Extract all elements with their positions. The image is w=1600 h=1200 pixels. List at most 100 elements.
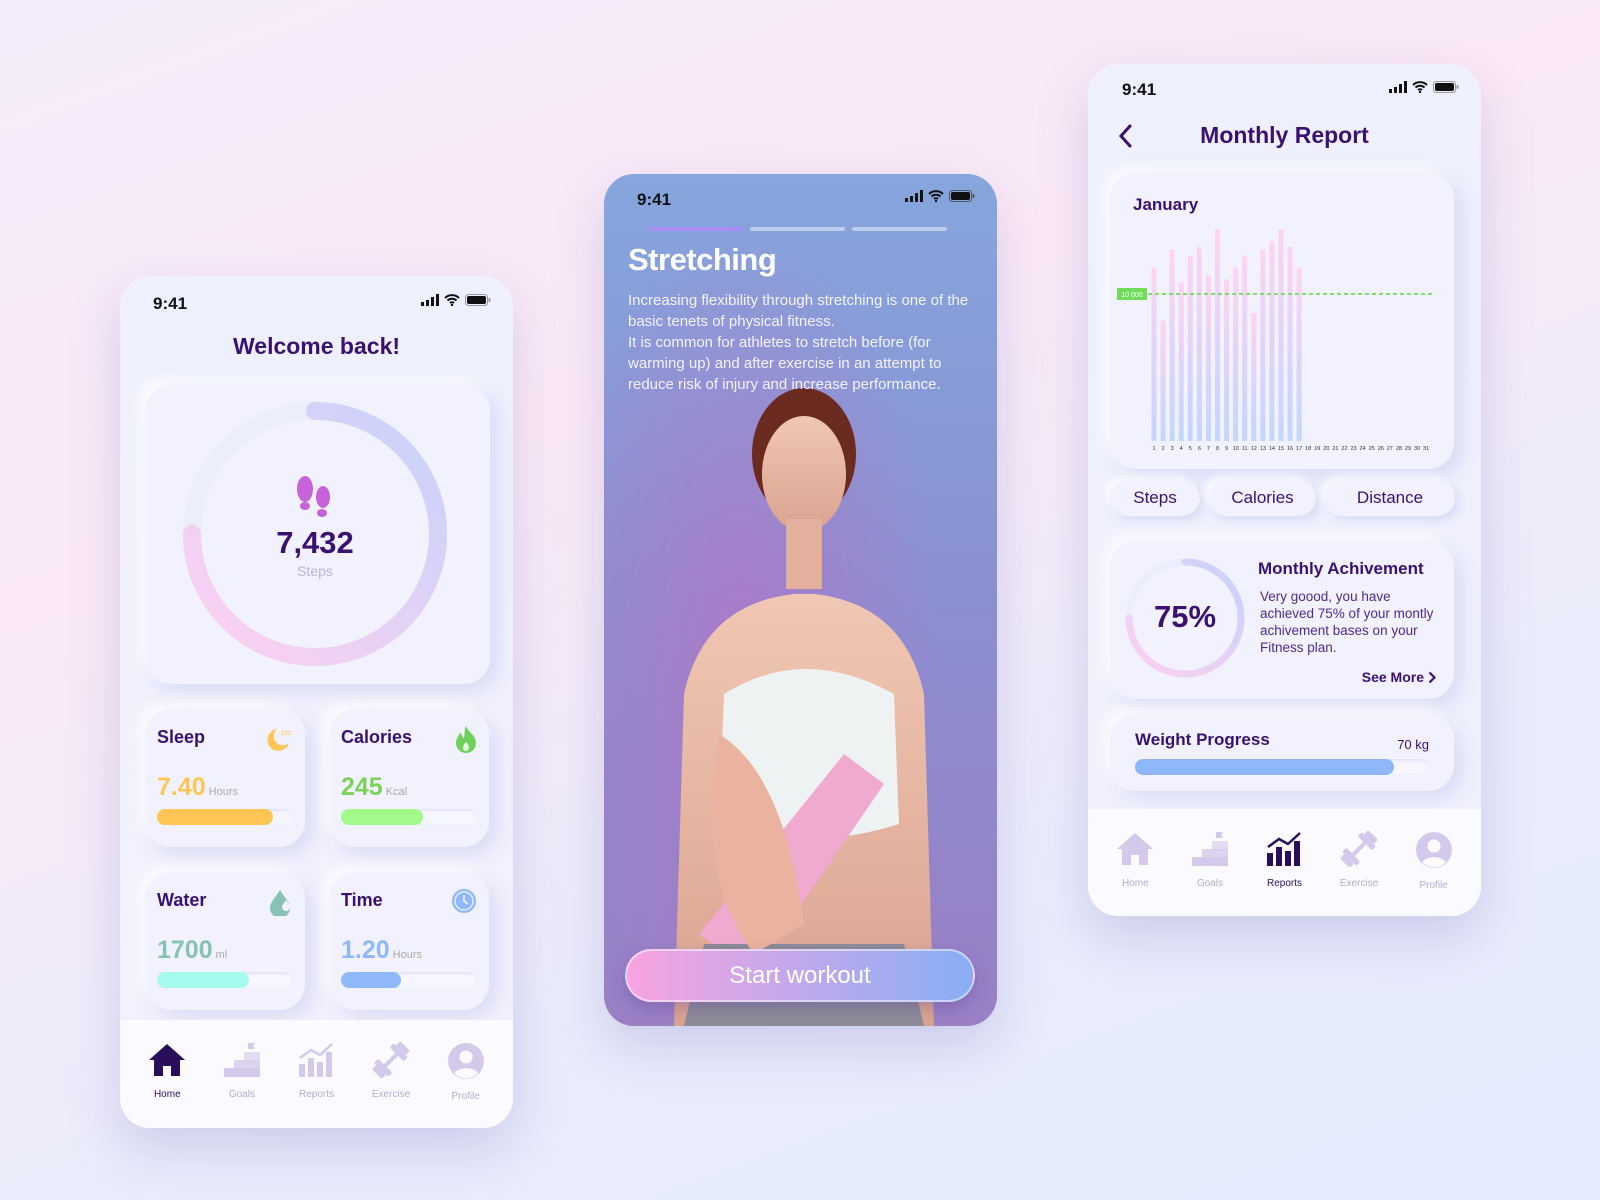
bar-day-12 — [1251, 313, 1257, 441]
signal-icon — [905, 190, 923, 202]
tab-steps[interactable]: Steps — [1110, 480, 1200, 516]
steps-card[interactable]: 7,432 Steps — [145, 385, 490, 684]
profile-icon — [446, 1042, 486, 1085]
workout-description: Increasing flexibility through stretchin… — [628, 290, 978, 395]
see-more-label: See More — [1361, 669, 1424, 685]
reports-icon — [1264, 831, 1304, 872]
nav-item-goals[interactable]: Goals — [1180, 831, 1240, 916]
tile-progress-fill — [157, 809, 273, 825]
tile-progress-bar — [157, 809, 293, 825]
steps-bar-chart: 1 2 3 4 5 6 7 8 9 10 11 12 13 14 15 16 17 18 19 20 21 22 23 24 2… — [1117, 229, 1432, 452]
x-tick-label: 17 — [1296, 446, 1302, 452]
bar-day-6 — [1196, 246, 1202, 441]
footsteps-icon — [297, 476, 330, 517]
nav-item-exercise[interactable]: Exercise — [1329, 830, 1389, 916]
achievement-text: Very goood, you have achieved 75% of you… — [1260, 589, 1434, 655]
reports-icon — [296, 1042, 336, 1083]
stat-tile-sleep[interactable]: Sleep zzz 7.40 Hours — [145, 709, 305, 847]
nav-label: Profile — [451, 1091, 480, 1102]
x-tick-label: 31 — [1423, 446, 1429, 452]
x-tick-label: 3 — [1171, 446, 1174, 452]
tile-value: 245 Kcal — [341, 773, 407, 802]
tile-progress-fill — [341, 809, 423, 825]
bar-day-4 — [1178, 282, 1184, 441]
x-tick-label: 5 — [1189, 446, 1192, 452]
nav-label: Reports — [1266, 878, 1302, 889]
steps-label: Steps — [297, 563, 333, 579]
stat-tile-time[interactable]: Time 1.20 Hours — [329, 872, 489, 1010]
nav-item-home[interactable]: Home — [1105, 831, 1165, 916]
bar-day-8 — [1214, 229, 1220, 441]
weight-progress-fill — [1135, 759, 1394, 775]
signal-icon — [421, 294, 439, 306]
step-segment — [750, 227, 845, 231]
tab-distance[interactable]: Distance — [1325, 480, 1455, 516]
workout-step-indicator — [648, 227, 947, 231]
report-screen: 9:41 Monthly Report January 1 2 3 4 5 6 7 8 9 10 1… — [1088, 64, 1481, 916]
nav-item-profile[interactable]: Profile — [436, 1042, 496, 1128]
x-tick-label: 29 — [1405, 446, 1411, 452]
battery-icon — [1433, 81, 1459, 93]
bar-day-3 — [1169, 249, 1175, 441]
page-title: Welcome back! — [232, 333, 401, 359]
x-tick-label: 6 — [1198, 446, 1201, 452]
chevron-right-icon — [1428, 671, 1436, 683]
tile-unit: Hours — [208, 786, 239, 798]
stat-tile-calories[interactable]: Calories 245 Kcal — [329, 709, 489, 847]
svg-text:zzz: zzz — [281, 730, 292, 737]
battery-icon — [949, 190, 975, 202]
wifi-icon — [444, 294, 460, 306]
nav-item-reports[interactable]: Reports — [1254, 831, 1314, 916]
step-segment — [852, 227, 947, 231]
nav-item-profile[interactable]: Profile — [1404, 831, 1464, 916]
steps-value: 7,432 — [276, 525, 354, 560]
weight-progress-card: Weight Progress 70 kg — [1110, 714, 1454, 791]
status-time: 9:41 — [1122, 80, 1157, 99]
exercise-icon — [371, 1041, 411, 1083]
stat-tile-water[interactable]: Water 1700 ml — [145, 872, 305, 1010]
tile-progress-fill — [157, 972, 250, 988]
x-tick-label: 2 — [1162, 446, 1165, 452]
tab-calories[interactable]: Calories — [1209, 480, 1316, 516]
nav-item-home[interactable]: Home — [137, 1042, 197, 1128]
home-icon — [147, 1042, 187, 1083]
bottom-nav: Home Goals Reports Exercise Profile — [120, 1020, 513, 1128]
status-icons — [421, 294, 491, 306]
bar-day-11 — [1242, 255, 1248, 441]
tile-number: 1.20 — [341, 936, 390, 964]
workout-screen: 9:41 Stretching Increasing flexibility t… — [604, 174, 997, 1026]
status-icons — [1389, 81, 1459, 93]
x-tick-label: 26 — [1378, 446, 1384, 452]
nav-item-exercise[interactable]: Exercise — [361, 1041, 421, 1128]
profile-icon — [1414, 831, 1454, 874]
reference-label: 10 000 — [1121, 292, 1143, 299]
see-more-link[interactable]: See More — [1362, 669, 1436, 685]
exercise-icon — [1339, 830, 1379, 872]
nav-label: Home — [1121, 878, 1149, 889]
x-tick-label: 4 — [1180, 446, 1183, 452]
x-tick-label: 23 — [1350, 446, 1356, 452]
wifi-icon — [928, 190, 944, 202]
x-tick-label: 8 — [1216, 446, 1219, 452]
x-tick-label: 12 — [1251, 446, 1257, 452]
x-tick-label: 25 — [1369, 446, 1375, 452]
step-segment — [648, 227, 743, 231]
achievement-title: Monthly Achivement — [1258, 559, 1424, 578]
nav-item-reports[interactable]: Reports — [286, 1042, 346, 1128]
tile-progress-bar — [341, 809, 477, 825]
bar-day-15 — [1278, 229, 1284, 441]
weight-progress-bar — [1135, 759, 1429, 775]
x-tick-label: 13 — [1260, 446, 1266, 452]
workout-title: Stretching — [628, 242, 777, 277]
chart-card: January 1 2 3 4 5 6 7 8 9 10 11 12 13 14 15 16 17 18 19 20 2… — [1110, 173, 1454, 469]
start-workout-button[interactable]: Start workout — [625, 949, 975, 1002]
home-screen: 9:41 Welcome back! 7,432 Steps Sleep zzz… — [120, 276, 513, 1128]
nav-item-goals[interactable]: Goals — [212, 1042, 272, 1128]
tile-number: 245 — [341, 773, 383, 801]
x-tick-label: 24 — [1360, 446, 1366, 452]
clock-icon — [451, 888, 477, 919]
x-tick-label: 18 — [1305, 446, 1311, 452]
tile-number: 1700 — [157, 936, 213, 964]
tile-value: 7.40 Hours — [157, 773, 238, 802]
bar-day-9 — [1224, 279, 1230, 441]
